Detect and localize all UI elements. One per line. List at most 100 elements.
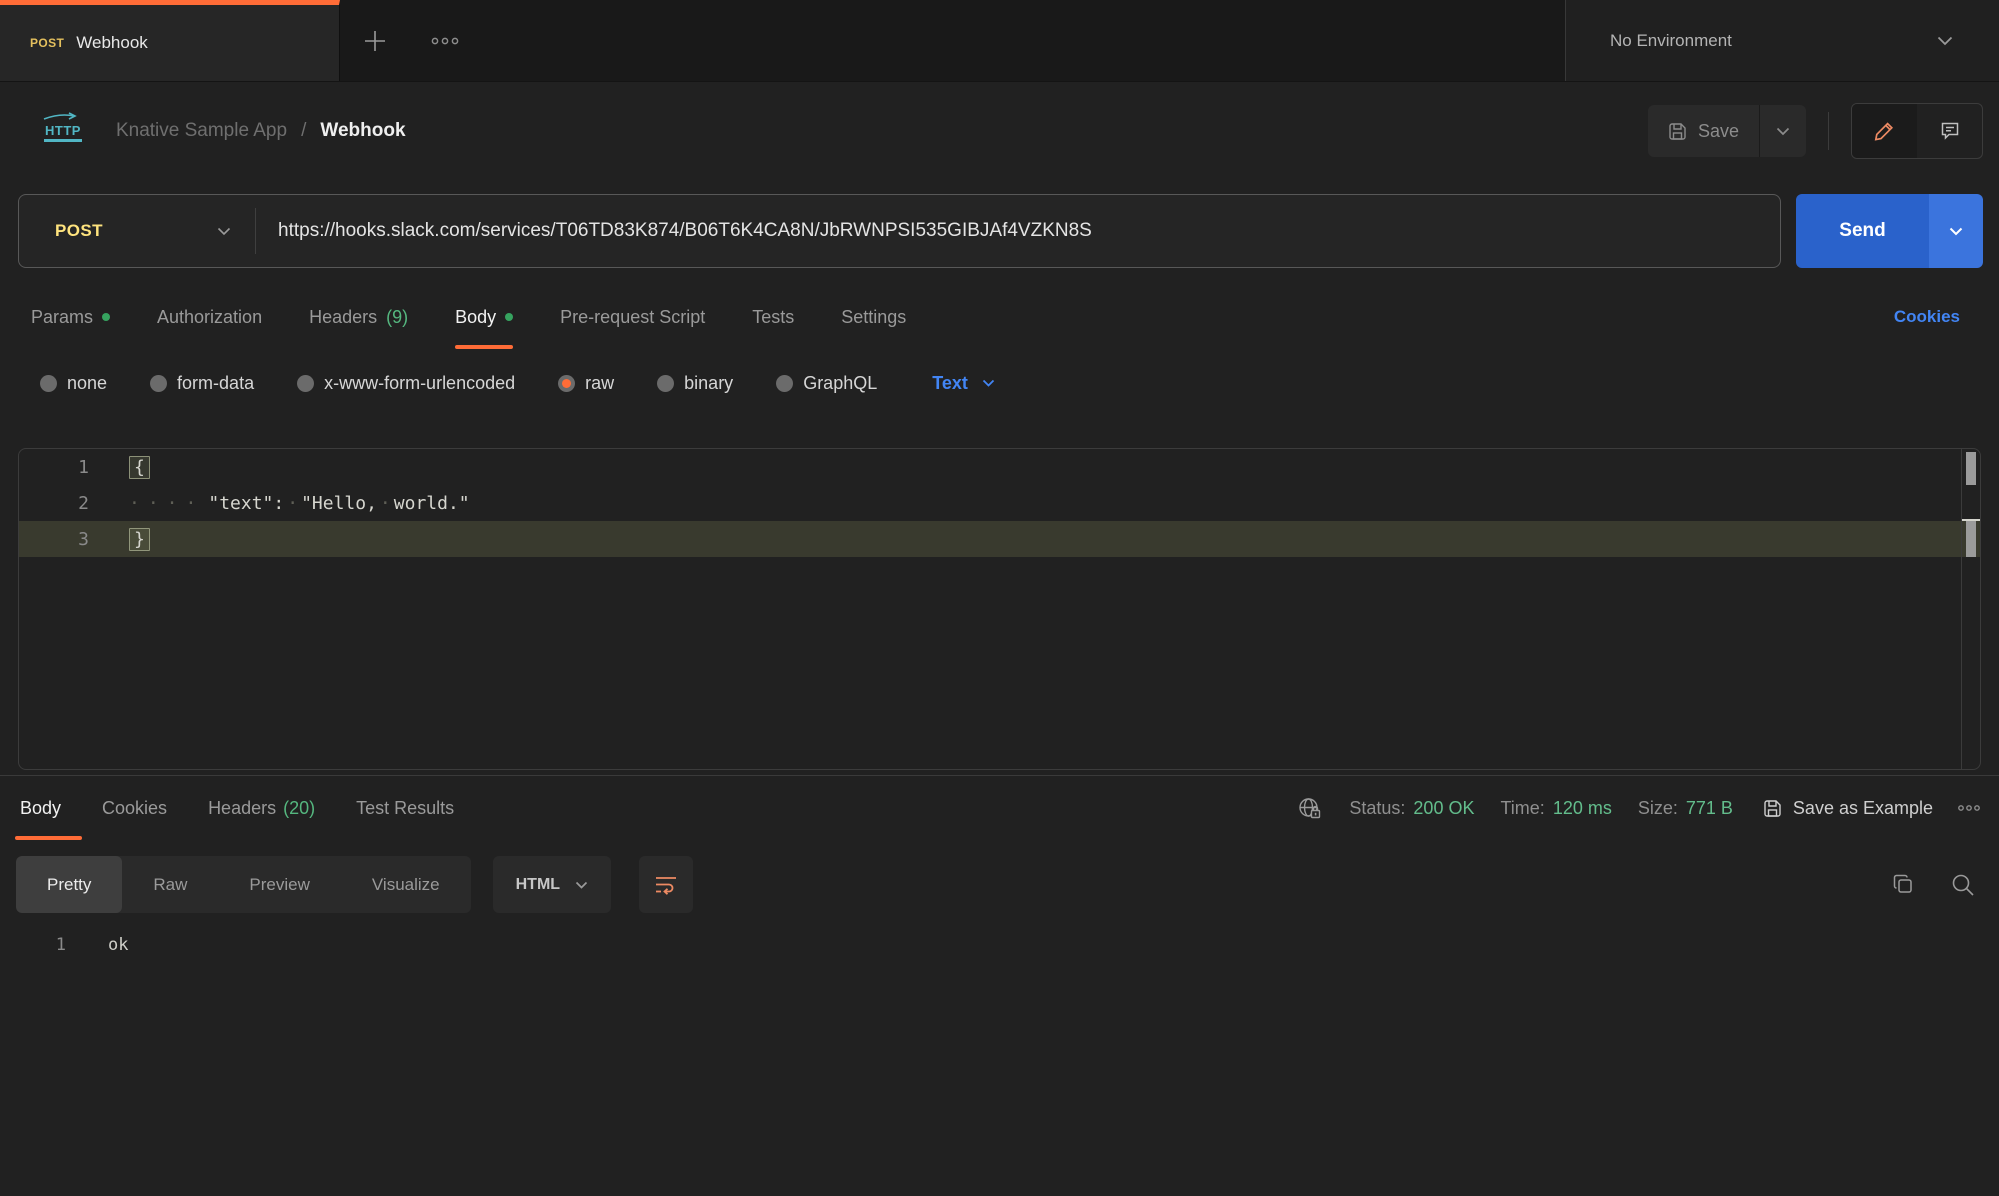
header-divider — [1828, 112, 1829, 150]
whitespace-dot: · — [284, 493, 301, 514]
whitespace-dot: · — [377, 493, 394, 514]
tab-bar: POST Webhook No Environment — [0, 0, 1999, 82]
tab-title: Webhook — [76, 33, 148, 53]
tab-pre-request-script[interactable]: Pre-request Script — [560, 282, 705, 352]
time-label: Time: — [1500, 798, 1544, 819]
size-indicator: Size: 771 B — [1638, 798, 1733, 819]
json-value-part: "Hello, — [301, 493, 377, 514]
search-icon[interactable] — [1951, 873, 1975, 897]
response-format-dropdown[interactable]: HTML — [493, 856, 611, 913]
line-number: 1 — [0, 935, 66, 955]
json-key: "text": — [208, 493, 284, 514]
radio-circle — [150, 375, 167, 392]
code-editor[interactable]: 1 { 2 ····"text":·"Hello,·world." 3 } — [18, 448, 1981, 770]
request-url-row: POST https://hooks.slack.com/services/T0… — [0, 180, 1999, 282]
send-options-button[interactable] — [1929, 194, 1983, 268]
size-label: Size: — [1638, 798, 1678, 819]
radio-circle — [40, 375, 57, 392]
response-body-tools — [1892, 856, 1975, 913]
params-status-dot — [102, 313, 110, 321]
radio-binary[interactable]: binary — [657, 373, 733, 394]
response-tab-headers[interactable]: Headers (20) — [208, 776, 315, 840]
method-dropdown[interactable]: POST — [19, 195, 255, 267]
status-value: 200 OK — [1413, 798, 1474, 819]
view-mode-visualize[interactable]: Visualize — [341, 856, 471, 913]
wrap-text-icon — [655, 875, 677, 895]
plus-icon — [362, 28, 388, 54]
tab-body[interactable]: Body — [455, 282, 513, 352]
breadcrumb-request-name[interactable]: Webhook — [320, 120, 405, 142]
radio-circle — [657, 375, 674, 392]
send-button-label: Send — [1839, 220, 1885, 242]
radio-x-www-form-urlencoded[interactable]: x-www-form-urlencoded — [297, 373, 515, 394]
tab-options-button[interactable] — [410, 0, 480, 81]
pencil-icon — [1874, 121, 1895, 142]
url-input[interactable]: https://hooks.slack.com/services/T06TD83… — [278, 220, 1092, 242]
editor-line-2[interactable]: 2 ····"text":·"Hello,·world." — [19, 485, 1980, 521]
radio-none[interactable]: none — [40, 373, 107, 394]
response-body-viewer[interactable]: 1 ok — [0, 927, 1999, 963]
save-icon — [1668, 122, 1687, 141]
header-actions: Save — [1648, 103, 1983, 159]
breadcrumb-collection[interactable]: Knative Sample App — [116, 120, 287, 142]
response-tab-body[interactable]: Body — [20, 776, 61, 840]
response-meta: Status: 200 OK Time: 120 ms Size: 771 B … — [1298, 776, 1981, 840]
save-button[interactable]: Save — [1648, 105, 1759, 157]
save-icon — [1763, 799, 1782, 818]
body-type-selector: none form-data x-www-form-urlencoded raw… — [0, 352, 1999, 414]
tab-headers[interactable]: Headers (9) — [309, 282, 408, 352]
whitespace-indent-dots: ···· — [129, 493, 204, 514]
edit-request-button[interactable] — [1852, 104, 1917, 158]
environment-label: No Environment — [1610, 31, 1732, 51]
save-as-example-button[interactable]: Save as Example — [1763, 798, 1933, 819]
send-button[interactable]: Send — [1796, 194, 1929, 268]
editor-line-3-current[interactable]: 3 } — [19, 521, 1980, 557]
tab-settings[interactable]: Settings — [841, 282, 906, 352]
tab-params[interactable]: Params — [31, 282, 110, 352]
pane-toggle-group — [1851, 103, 1983, 159]
response-body-text: ok — [108, 935, 128, 955]
editor-scrollbar[interactable] — [1961, 449, 1980, 769]
send-button-group: Send — [1796, 194, 1983, 268]
response-tab-cookies[interactable]: Cookies — [102, 776, 167, 840]
radio-form-data[interactable]: form-data — [150, 373, 254, 394]
comments-button[interactable] — [1917, 104, 1982, 158]
response-section: Body Cookies Headers (20) Test Results S… — [0, 775, 1999, 1196]
headers-count-badge: (9) — [386, 307, 408, 328]
radio-graphql[interactable]: GraphQL — [776, 373, 877, 394]
view-mode-pretty[interactable]: Pretty — [16, 856, 122, 913]
view-mode-raw[interactable]: Raw — [122, 856, 218, 913]
request-tab-webhook[interactable]: POST Webhook — [0, 0, 340, 81]
response-headers-count-badge: (20) — [283, 798, 315, 819]
response-options-button[interactable] — [1957, 804, 1981, 812]
comment-icon — [1940, 121, 1960, 141]
new-tab-button[interactable] — [340, 0, 410, 81]
view-mode-preview[interactable]: Preview — [218, 856, 340, 913]
save-button-label: Save — [1698, 121, 1739, 142]
request-body-editor-area: 1 { 2 ····"text":·"Hello,·world." 3 } — [0, 414, 1999, 775]
method-label: POST — [55, 221, 103, 241]
json-value-part: world." — [394, 493, 470, 514]
scrollbar-thumb[interactable] — [1966, 452, 1976, 485]
radio-circle-selected — [558, 375, 575, 392]
tab-authorization[interactable]: Authorization — [157, 282, 262, 352]
chevron-down-icon — [217, 227, 231, 236]
copy-icon[interactable] — [1892, 873, 1915, 896]
url-bar-divider — [255, 208, 256, 254]
editor-line-1[interactable]: 1 { — [19, 449, 1980, 485]
response-tabs: Body Cookies Headers (20) Test Results S… — [0, 776, 1999, 840]
save-options-button[interactable] — [1760, 105, 1806, 157]
raw-format-label: Text — [932, 373, 968, 394]
tab-tests[interactable]: Tests — [752, 282, 794, 352]
response-tab-test-results[interactable]: Test Results — [356, 776, 454, 840]
radio-raw[interactable]: raw — [558, 373, 614, 394]
size-value: 771 B — [1686, 798, 1733, 819]
environment-selector[interactable]: No Environment — [1565, 0, 1999, 81]
network-info-icon[interactable] — [1298, 797, 1323, 820]
save-button-group: Save — [1648, 105, 1806, 157]
raw-format-dropdown[interactable]: Text — [932, 373, 995, 394]
view-mode-switcher: Pretty Raw Preview Visualize — [16, 856, 471, 913]
radio-circle — [297, 375, 314, 392]
cookies-link[interactable]: Cookies — [1894, 307, 1960, 327]
wrap-text-button[interactable] — [639, 856, 693, 913]
